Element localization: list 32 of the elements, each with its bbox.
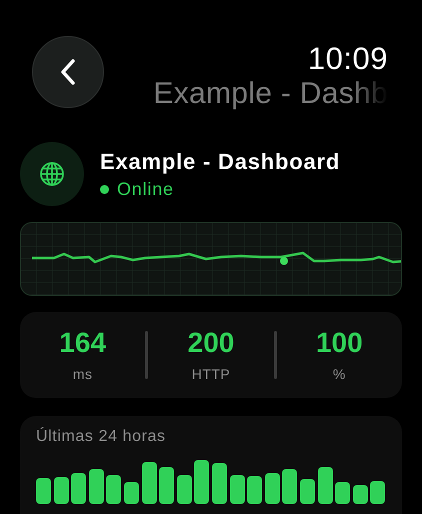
chart-bar <box>247 476 262 504</box>
chart-bar <box>88 469 104 504</box>
chart-bar <box>71 473 86 504</box>
history-title: Últimas 24 horas <box>36 428 167 446</box>
status-text: Online <box>117 178 174 200</box>
site-name: Example - Dashboard <box>100 148 340 174</box>
chart-bar <box>230 475 245 504</box>
chart-bar <box>176 475 192 504</box>
chart-bar <box>194 460 210 504</box>
chart-bar <box>54 477 69 504</box>
stat-value: 100 <box>316 328 363 358</box>
chart-bar <box>159 467 174 504</box>
chart-bar <box>370 481 386 504</box>
chart-bar <box>142 462 157 504</box>
chart-bar <box>282 469 298 504</box>
clock-time: 10:09 <box>308 42 388 76</box>
chart-bar <box>212 463 227 504</box>
chart-bar <box>106 475 122 504</box>
chart-bar <box>318 467 332 504</box>
stat-unit: ms <box>72 366 92 382</box>
stat-unit: % <box>332 366 346 382</box>
chart-bar <box>36 478 51 504</box>
stat-value: 200 <box>188 328 234 358</box>
chart-bar <box>264 473 280 504</box>
back-icon <box>60 58 76 86</box>
chart-bar <box>124 482 139 504</box>
chart-bar <box>352 485 368 504</box>
stat-unit: HTTP <box>192 366 230 382</box>
chart-bar <box>335 482 350 504</box>
stat-value: 164 <box>59 328 106 358</box>
page-title: Example - Dashb <box>153 76 388 112</box>
chart-bar <box>300 479 315 504</box>
